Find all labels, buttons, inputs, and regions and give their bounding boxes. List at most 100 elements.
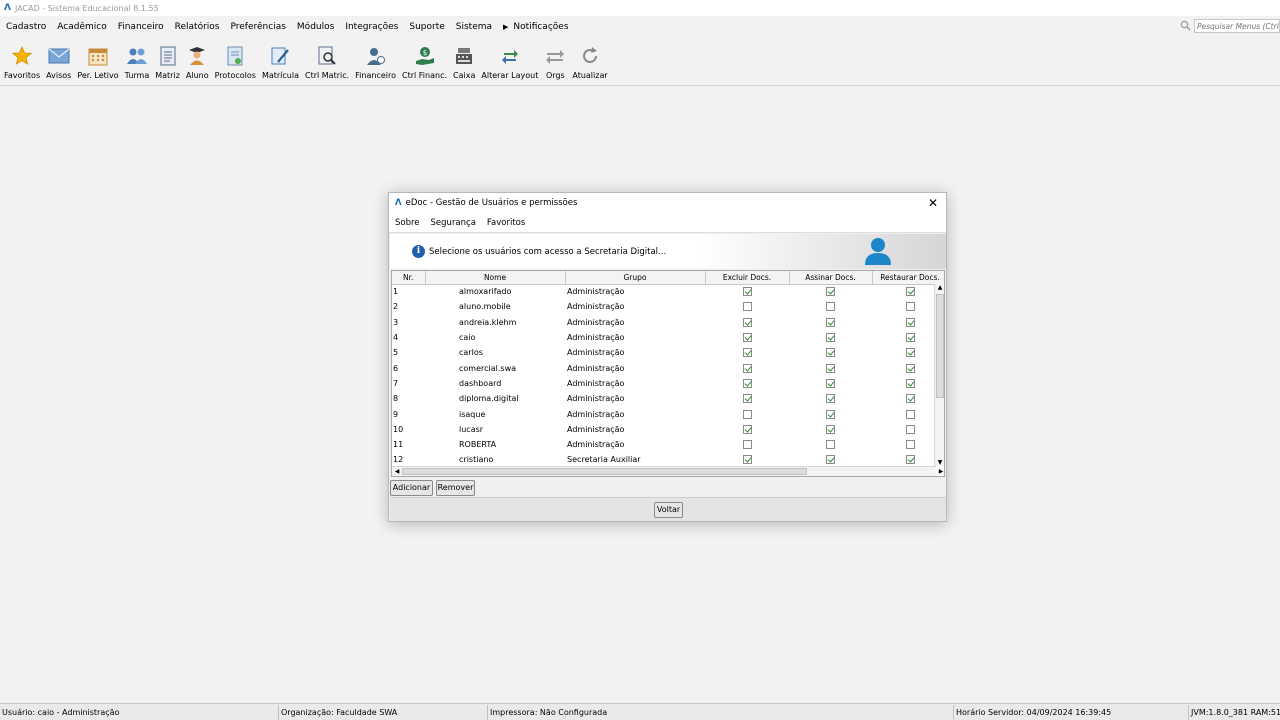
menu-suporte[interactable]: Suporte	[409, 22, 444, 32]
restaurar-checkbox[interactable]	[905, 440, 915, 450]
tool-ctrl-matric[interactable]: Ctrl Matric.	[305, 40, 349, 80]
menu-cadastro[interactable]: Cadastro	[6, 22, 46, 32]
restaurar-checkbox[interactable]	[905, 424, 915, 434]
restaurar-checkbox[interactable]	[905, 287, 915, 297]
assinar-checkbox[interactable]	[826, 317, 835, 327]
menu-integracoes[interactable]: Integrações	[345, 22, 398, 32]
add-button[interactable]: Adicionar	[390, 480, 433, 496]
menu-notificacoes[interactable]: Notificações	[503, 22, 568, 32]
table-row[interactable]: 7 dashboard Administração	[392, 376, 944, 391]
table-row[interactable]: 5 carlos Administração	[392, 345, 944, 360]
horizontal-scrollbar[interactable]: ◀ ▶	[392, 466, 943, 476]
restaurar-checkbox[interactable]	[905, 302, 915, 312]
col-nr[interactable]: Nr.	[392, 271, 426, 285]
col-nome[interactable]: Nome	[425, 271, 566, 285]
vertical-scrollbar[interactable]: ▲ ▼	[934, 284, 944, 466]
excluir-checkbox[interactable]	[742, 394, 752, 404]
scroll-down-icon[interactable]: ▼	[935, 459, 944, 466]
back-button[interactable]: Voltar	[654, 502, 683, 518]
assinar-checkbox[interactable]	[826, 363, 835, 373]
excluir-checkbox[interactable]	[742, 363, 752, 373]
tool-alterar-layout[interactable]: Alterar Layout	[481, 40, 538, 80]
close-icon[interactable]: ✕	[926, 196, 940, 210]
assinar-checkbox[interactable]	[826, 302, 835, 312]
cell-nr: 10	[393, 424, 404, 434]
cell-grupo: Administração	[567, 394, 625, 404]
col-assinar[interactable]: Assinar Docs.	[789, 271, 873, 285]
horizontal-scroll-thumb[interactable]	[402, 468, 807, 475]
excluir-checkbox[interactable]	[742, 333, 752, 343]
menu-academico[interactable]: Acadêmico	[57, 22, 106, 32]
restaurar-checkbox[interactable]	[905, 333, 915, 343]
assinar-checkbox[interactable]	[826, 394, 835, 404]
restaurar-checkbox[interactable]	[905, 409, 915, 419]
search-menus-input[interactable]	[1194, 19, 1280, 33]
restaurar-checkbox[interactable]	[905, 363, 915, 373]
excluir-checkbox[interactable]	[742, 302, 752, 312]
tool-orgs[interactable]: Orgs	[544, 40, 566, 80]
table-row[interactable]: 3 andreia.klehm Administração	[392, 315, 944, 330]
table-row[interactable]: 9 isaque Administração	[392, 406, 944, 421]
tool-matriz[interactable]: Matriz	[155, 40, 180, 80]
cell-nr: 1	[393, 287, 399, 297]
tool-aluno[interactable]: Aluno	[186, 40, 209, 80]
remove-button[interactable]: Remover	[436, 480, 475, 496]
excluir-checkbox[interactable]	[742, 287, 752, 297]
scroll-left-icon[interactable]: ◀	[392, 468, 402, 475]
tool-favoritos[interactable]: Favoritos	[4, 40, 40, 80]
assinar-checkbox[interactable]	[826, 424, 835, 434]
tool-matricula[interactable]: Matrícula	[262, 40, 299, 80]
excluir-checkbox[interactable]	[742, 440, 752, 450]
assinar-checkbox[interactable]	[826, 455, 835, 465]
cell-excluir	[705, 284, 789, 299]
tool-per-letivo[interactable]: Per. Letivo	[77, 40, 119, 80]
col-grupo[interactable]: Grupo	[565, 271, 706, 285]
excluir-checkbox[interactable]	[742, 409, 752, 419]
assinar-checkbox[interactable]	[826, 333, 835, 343]
menu-financeiro[interactable]: Financeiro	[118, 22, 164, 32]
excluir-checkbox[interactable]	[742, 455, 752, 465]
excluir-checkbox[interactable]	[742, 317, 752, 327]
dialog-menu-favoritos[interactable]: Favoritos	[487, 218, 525, 228]
menu-sistema[interactable]: Sistema	[456, 22, 492, 32]
col-excluir[interactable]: Excluir Docs.	[705, 271, 790, 285]
assinar-checkbox[interactable]	[826, 409, 835, 419]
restaurar-checkbox[interactable]	[905, 317, 915, 327]
assinar-checkbox[interactable]	[826, 348, 835, 358]
scroll-up-icon[interactable]: ▲	[935, 284, 944, 291]
excluir-checkbox[interactable]	[742, 378, 752, 388]
menu-relatorios[interactable]: Relatórios	[175, 22, 220, 32]
restaurar-checkbox[interactable]	[905, 378, 915, 388]
dialog-menu-seguranca[interactable]: Segurança	[431, 218, 476, 228]
restaurar-checkbox[interactable]	[905, 348, 915, 358]
table-row[interactable]: 8 diploma.digital Administração	[392, 391, 944, 406]
tool-protocolos[interactable]: Protocolos	[215, 40, 256, 80]
tool-atualizar[interactable]: Atualizar	[572, 40, 608, 80]
table-row[interactable]: 2 aluno.mobile Administração	[392, 299, 944, 314]
tool-avisos[interactable]: Avisos	[46, 40, 71, 80]
vertical-scroll-thumb[interactable]	[936, 294, 944, 398]
menu-preferencias[interactable]: Preferências	[231, 22, 286, 32]
table-row[interactable]: 10 lucasr Administração	[392, 422, 944, 437]
col-restaurar[interactable]: Restaurar Docs.	[872, 271, 944, 285]
cell-grupo: Administração	[567, 409, 625, 419]
assinar-checkbox[interactable]	[826, 287, 835, 297]
menu-modulos[interactable]: Módulos	[297, 22, 334, 32]
excluir-checkbox[interactable]	[742, 348, 752, 358]
tool-financeiro[interactable]: Financeiro	[355, 40, 396, 80]
assinar-checkbox[interactable]	[826, 440, 835, 450]
dialog-menu-sobre[interactable]: Sobre	[395, 218, 420, 228]
restaurar-checkbox[interactable]	[905, 394, 915, 404]
table-row[interactable]: 4 caio Administração	[392, 330, 944, 345]
scroll-right-icon[interactable]: ▶	[936, 468, 944, 475]
tool-turma[interactable]: Turma	[125, 40, 149, 80]
excluir-checkbox[interactable]	[742, 424, 752, 434]
table-row[interactable]: 1 almoxarifado Administração	[392, 284, 944, 299]
table-row[interactable]: 6 comercial.swa Administração	[392, 360, 944, 375]
restaurar-checkbox[interactable]	[905, 455, 915, 465]
tool-ctrl-financ[interactable]: $ Ctrl Financ.	[402, 40, 447, 80]
assinar-checkbox[interactable]	[826, 378, 835, 388]
tool-caixa[interactable]: Caixa	[453, 40, 475, 80]
cell-nome: andreia.klehm	[459, 317, 517, 327]
table-row[interactable]: 11 ROBERTA Administração	[392, 437, 944, 452]
